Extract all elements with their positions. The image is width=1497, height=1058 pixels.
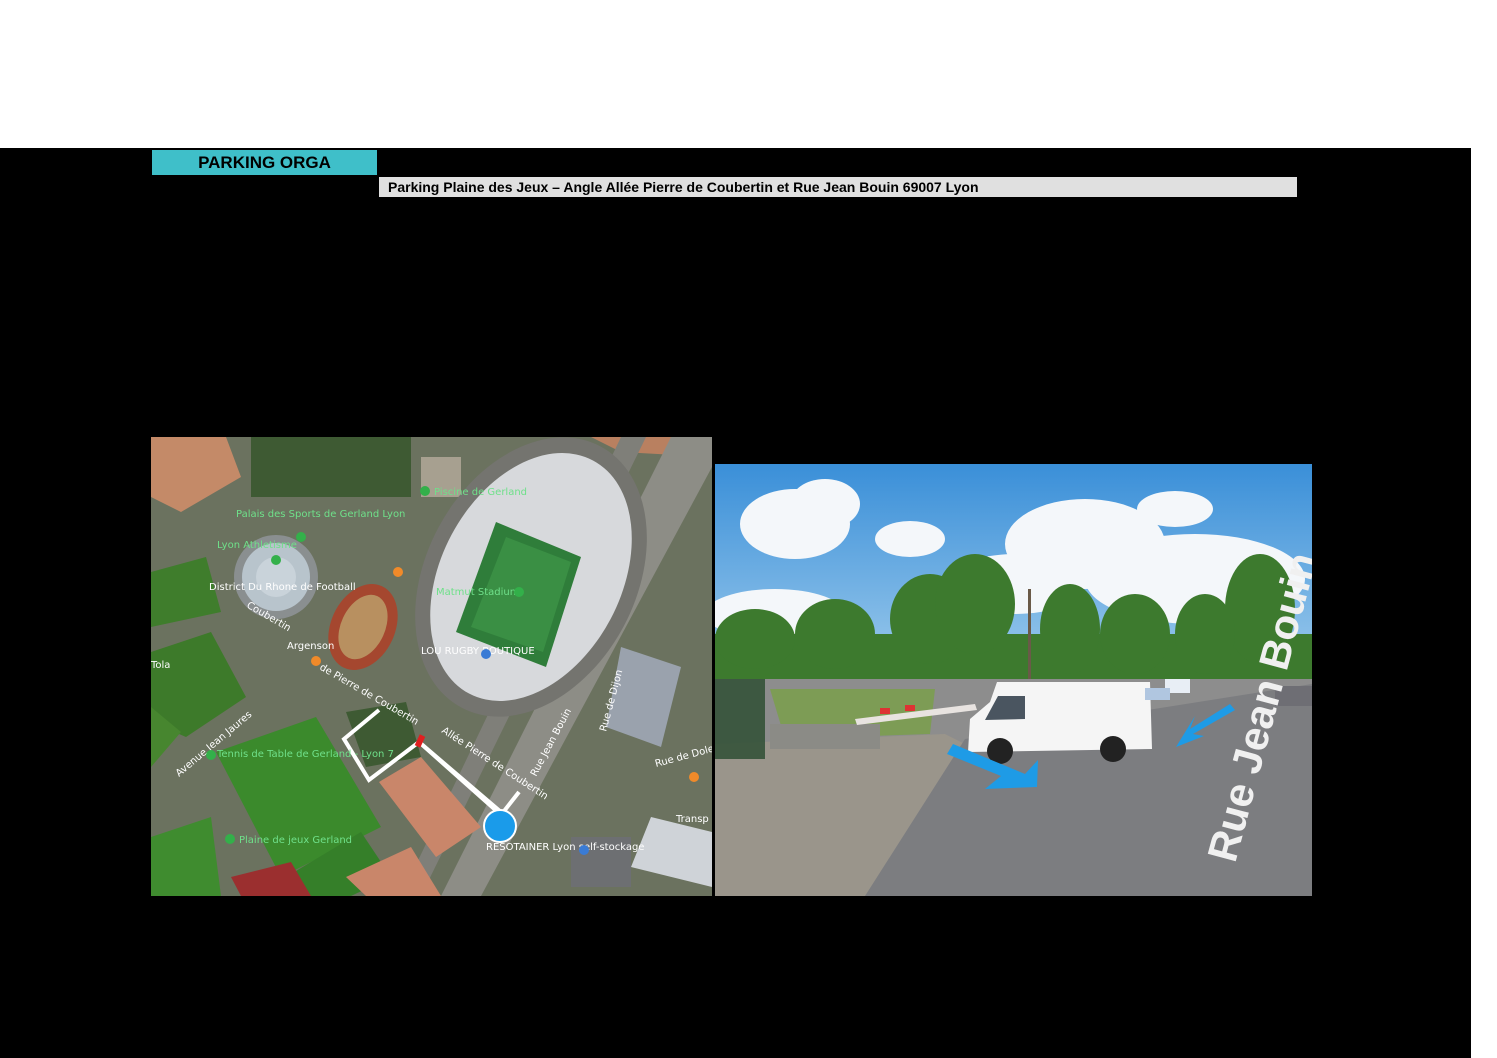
- map-label-palais: Palais des Sports de Gerland Lyon: [236, 509, 405, 520]
- street-view-photo: Rue Jean Bouin: [715, 464, 1312, 896]
- map-label-resotainer: RESOTAINER Lyon self-stockage: [486, 842, 644, 853]
- map-label-plaine: Plaine de jeux Gerland: [239, 835, 352, 846]
- map-label-tola: Tola: [151, 660, 170, 671]
- map-label-lou: LOU RUGBY BOUTIQUE: [421, 646, 535, 657]
- page-title: PARKING ORGA: [152, 150, 377, 175]
- map-label-transp: Transp: [675, 814, 709, 825]
- map-label-piscine: Piscine de Gerland: [434, 487, 527, 498]
- map-label-athletisme: Lyon Athletisme: [217, 540, 297, 551]
- map-label-matmut: Matmut Stadium: [436, 587, 519, 598]
- parking-address: Parking Plaine des Jeux – Angle Allée Pi…: [379, 177, 1297, 197]
- map-label-argenson: Argenson: [287, 641, 334, 652]
- satellite-map[interactable]: Piscine de Gerland Palais des Sports de …: [151, 437, 712, 896]
- map-label-district: District Du Rhone de Football: [209, 582, 356, 593]
- map-label-tennis: Tennis de Table de Gerland - Lyon 7: [216, 749, 394, 760]
